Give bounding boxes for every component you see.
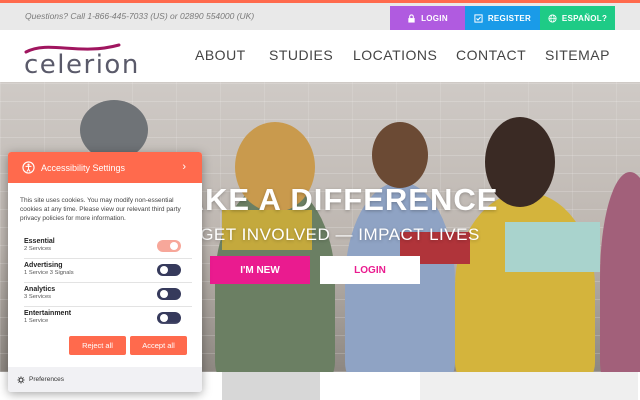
site-header: celerion ABOUT STUDIES LOCATIONS CONTACT… [0,30,640,82]
im-new-button[interactable]: I'M NEW [210,256,310,284]
cookie-panel-header[interactable]: Accessibility Settings › [8,152,202,183]
nav-locations[interactable]: LOCATIONS [353,47,437,63]
divider [24,282,192,283]
gear-icon [17,375,25,384]
hero-person-4 [455,192,595,372]
reject-all-button[interactable]: Reject all [69,336,126,355]
hero-head-1 [80,100,148,160]
espanol-top-label: ESPAÑOL? [561,13,608,23]
scroll-fade [8,322,202,336]
bottom-tile-1 [222,372,320,400]
analytics-toggle[interactable] [157,288,181,300]
nav-about[interactable]: ABOUT [195,47,246,63]
espanol-top-button[interactable]: ESPAÑOL? [540,6,615,30]
accessibility-icon [22,161,35,174]
accept-all-button[interactable]: Accept all [130,336,187,355]
lock-icon [408,13,415,23]
hero-login-button[interactable]: LOGIN [320,256,420,284]
globe-icon [548,13,557,23]
cookie-panel-title: Accessibility Settings [41,162,126,173]
register-top-label: REGISTER [487,13,532,23]
chevron-right-icon[interactable]: › [182,161,186,173]
essential-toggle [157,240,181,252]
nav-sitemap[interactable]: SITEMAP [545,47,610,63]
preferences-link[interactable]: Preferences [8,367,202,392]
divider [24,306,192,307]
contact-question-text: Questions? Call 1-866-445-7033 (US) or 0… [25,11,255,21]
cookie-category-essential: Essential 2 Services [24,238,192,260]
divider [24,258,192,259]
logo-text: celerion [24,50,140,80]
hero-head-3 [372,122,428,188]
cookie-consent-panel: Accessibility Settings › This site uses … [8,152,202,392]
utility-bar: Questions? Call 1-866-445-7033 (US) or 0… [0,3,640,30]
cookie-description: This site uses cookies. You may modify n… [20,197,181,222]
login-top-button[interactable]: LOGIN [390,6,465,30]
preferences-label: Preferences [29,376,65,383]
nav-contact[interactable]: CONTACT [456,47,526,63]
cookie-category-analytics: Analytics 3 Services [24,286,192,308]
cookie-category-advertising: Advertising 1 Service 3 Signals [24,262,192,284]
bottom-tile-2 [420,372,638,400]
checkbox-icon [474,13,483,23]
celerion-logo[interactable]: celerion [24,42,144,80]
register-top-button[interactable]: REGISTER [465,6,540,30]
nav-studies[interactable]: STUDIES [269,47,333,63]
advertising-toggle[interactable] [157,264,181,276]
login-top-label: LOGIN [421,13,448,23]
